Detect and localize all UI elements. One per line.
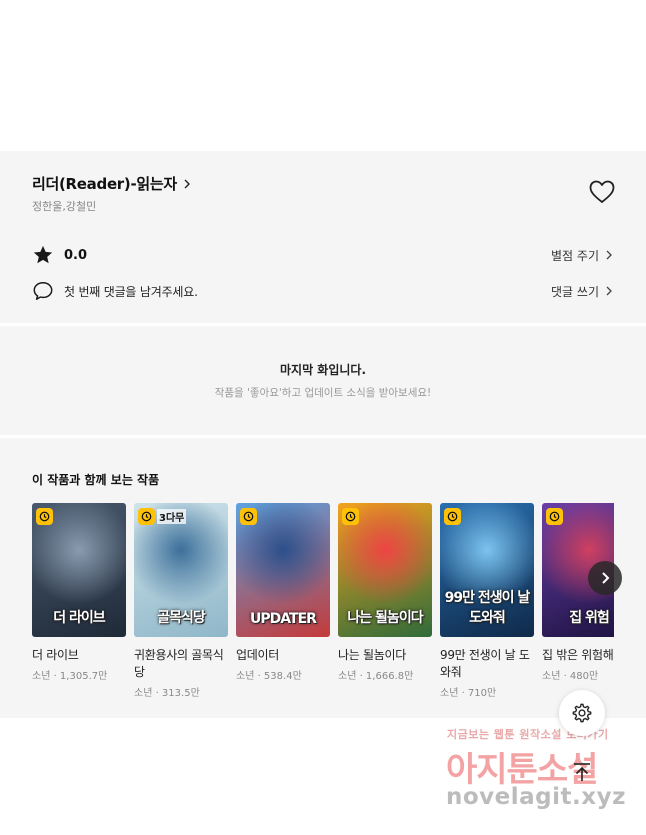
card-meta: 소년 · 538.4만	[236, 671, 302, 682]
clock-icon	[549, 511, 560, 522]
wait-free-badge	[36, 508, 53, 525]
clock-icon	[39, 511, 50, 522]
gear-icon	[572, 703, 592, 723]
work-title-link[interactable]: 리더(Reader)-읽는자	[32, 173, 193, 194]
recommendation-card[interactable]: 더 라이브 더 라이브 소년 · 1,305.7만	[32, 503, 126, 682]
clock-icon	[141, 511, 152, 522]
card-title: 더 라이브	[32, 648, 79, 662]
recommendations-heading: 이 작품과 함께 보는 작품	[32, 473, 160, 487]
clock-icon	[345, 511, 356, 522]
chevron-right-icon	[602, 572, 610, 584]
cover-title: 골목식당	[157, 610, 206, 626]
card-title: 나는 될놈이다	[338, 648, 406, 662]
comment-prompt: 첫 번째 댓글을 남겨주세요.	[64, 284, 198, 299]
card-meta: 소년 · 1,666.8만	[338, 671, 414, 682]
watermark-url: novelagit.xyz	[446, 784, 626, 810]
cover-title: 나는 될놈이다	[347, 610, 423, 626]
wait-free-badge	[240, 508, 257, 525]
cover-image: 3다무 골목식당	[134, 503, 228, 637]
cover-image: UPDATER	[236, 503, 330, 637]
card-title: 업데이터	[236, 648, 279, 662]
wait-free-badge	[546, 508, 563, 525]
rating-row: 0.0 별점 주기	[32, 244, 614, 266]
episode-end-panel: 리더(Reader)-읽는자 정한울,강철민 0.0 별점 주기 첫 번째 댓글…	[0, 151, 646, 718]
last-episode-subtitle: 작품을 '좋아요'하고 업데이트 소식을 받아보세요!	[214, 387, 432, 399]
card-meta: 소년 · 1,305.7만	[32, 671, 108, 682]
settings-button[interactable]	[559, 690, 605, 736]
card-title: 99만 전생이 날 도와줘	[440, 648, 530, 679]
cover-title: 더 라이브	[53, 610, 105, 626]
scroll-top-button[interactable]	[568, 758, 596, 786]
promo-badge: 3다무	[157, 509, 187, 524]
card-meta: 소년 · 710만	[440, 688, 497, 699]
last-episode-notice: 마지막 화입니다.	[279, 363, 367, 377]
recommendation-card[interactable]: 99만 전생이 날 도와줘 99만 전생이 날 도와줘 소년 · 710만	[440, 503, 534, 699]
cover-title: 집 위험	[569, 610, 610, 626]
recommendation-card[interactable]: 나는 될놈이다 나는 될놈이다 소년 · 1,666.8만	[338, 503, 432, 682]
work-title: 리더(Reader)-읽는자	[32, 175, 177, 193]
clock-icon	[447, 511, 458, 522]
speech-bubble-icon	[33, 282, 53, 300]
cover-title: 99만 전생이 날 도와줘	[444, 590, 531, 626]
card-meta: 소년 · 313.5만	[134, 688, 200, 699]
chevron-right-icon	[184, 179, 190, 188]
card-title: 귀환용사의 골목식당	[134, 648, 224, 679]
section-divider	[0, 435, 646, 438]
recommendation-card[interactable]: 3다무 골목식당 귀환용사의 골목식당 소년 · 313.5만	[134, 503, 228, 699]
cover-image: 나는 될놈이다	[338, 503, 432, 637]
rate-button[interactable]: 별점 주기	[551, 247, 614, 264]
wait-free-badge	[138, 508, 155, 525]
clock-icon	[243, 511, 254, 522]
chevron-right-icon	[606, 250, 612, 260]
star-icon	[33, 245, 53, 264]
rating-value: 0.0	[64, 247, 88, 263]
cover-title: UPDATER	[250, 611, 317, 627]
cover-image: 더 라이브	[32, 503, 126, 637]
cover-image: 99만 전생이 날 도와줘	[440, 503, 534, 637]
recommendation-card[interactable]: UPDATER 업데이터 소년 · 538.4만	[236, 503, 330, 682]
card-title: 집 밖은 위험해	[542, 648, 614, 662]
heart-outline-icon[interactable]	[588, 179, 616, 205]
write-comment-label: 댓글 쓰기	[551, 284, 599, 299]
write-comment-button[interactable]: 댓글 쓰기	[551, 283, 614, 300]
wait-free-badge	[342, 508, 359, 525]
work-authors: 정한울,강철민	[32, 200, 97, 213]
comment-row: 첫 번째 댓글을 남겨주세요. 댓글 쓰기	[32, 280, 614, 302]
arrow-up-icon	[574, 763, 590, 781]
recommendations-carousel: 더 라이브 더 라이브 소년 · 1,305.7만 3다무 골목식당 귀환용사의…	[32, 503, 614, 703]
wait-free-badge	[444, 508, 461, 525]
rate-button-label: 별점 주기	[551, 248, 599, 263]
card-meta: 소년 · 480만	[542, 671, 599, 682]
section-divider	[0, 323, 646, 326]
top-blank-area	[0, 0, 646, 151]
chevron-right-icon	[606, 286, 612, 296]
carousel-next-button[interactable]	[588, 561, 622, 595]
